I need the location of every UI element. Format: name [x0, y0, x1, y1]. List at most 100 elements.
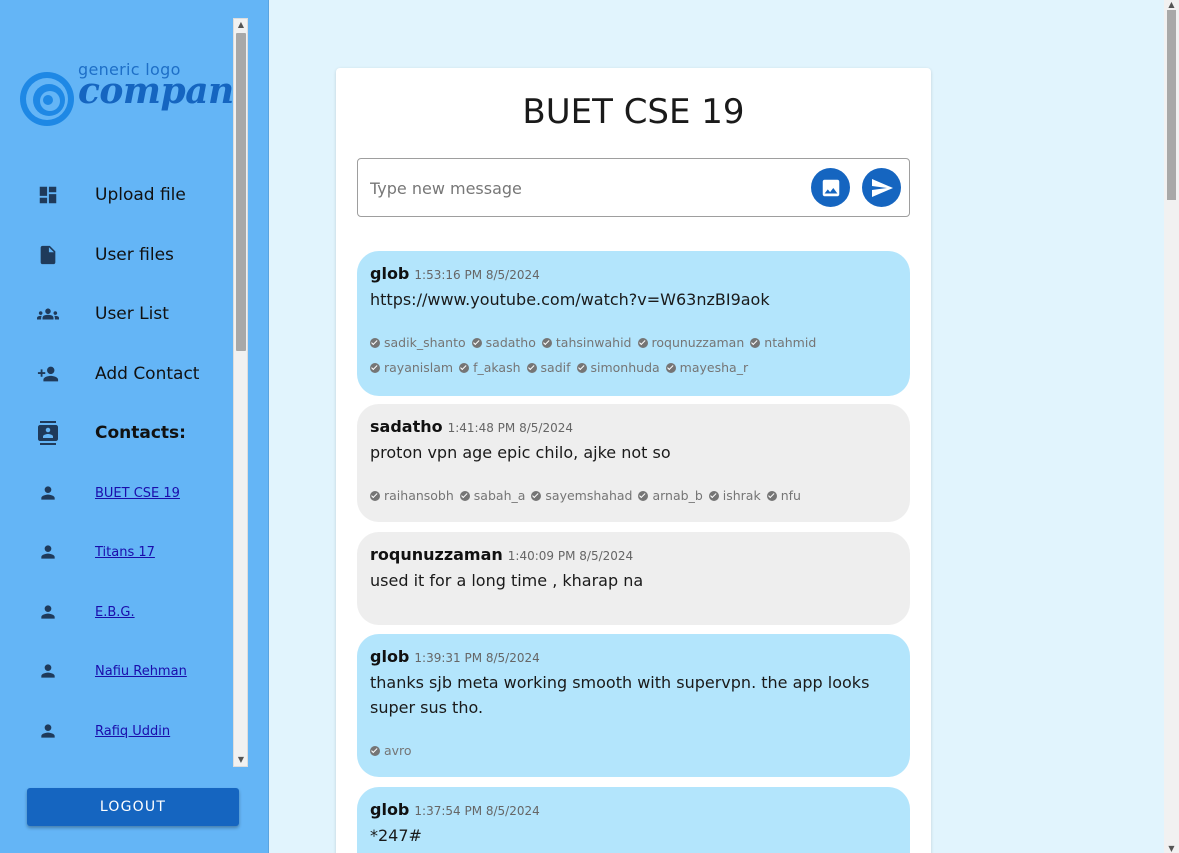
check-circle-icon [471, 337, 482, 348]
page-scrollbar[interactable]: ▲ ▼ [1164, 0, 1179, 853]
check-circle-icon [541, 337, 552, 348]
scroll-down-arrow-icon[interactable]: ▼ [236, 755, 246, 765]
logo-wordmark: company [78, 70, 233, 112]
chat-title: BUET CSE 19 [522, 92, 745, 132]
seen-by-user: sadatho [471, 330, 536, 355]
message-timestamp: 1:37:54 PM 8/5/2024 [414, 804, 540, 818]
message-text: used it for a long time , kharap na [370, 571, 644, 590]
seen-by-user: avro [370, 738, 412, 763]
check-circle-icon [750, 337, 761, 348]
message-text: https://www.youtube.com/watch?v=W63nzBI9… [370, 290, 770, 309]
message-text: thanks sjb meta working smooth with supe… [370, 673, 870, 717]
message-author: glob [370, 647, 410, 666]
check-circle-icon [370, 362, 380, 373]
check-circle-icon [370, 745, 380, 756]
message-input[interactable] [370, 175, 800, 201]
message-timestamp: 1:41:48 PM 8/5/2024 [447, 421, 573, 435]
contact-item[interactable]: Titans 17 [0, 527, 233, 577]
send-icon [871, 178, 893, 197]
seen-by-user: ishrak [708, 483, 761, 508]
seen-by-user: sadik_shanto [370, 330, 466, 355]
page-scroll-thumb[interactable] [1167, 10, 1176, 200]
contact-link[interactable]: Nafiu Rehman [95, 664, 187, 679]
check-circle-icon [459, 490, 470, 501]
message-author: glob [370, 264, 410, 283]
scroll-down-arrow-icon[interactable]: ▼ [1167, 844, 1176, 853]
nav-label: Add Contact [95, 364, 200, 384]
nav-user-list[interactable]: User List [0, 289, 233, 339]
check-circle-icon [638, 490, 649, 501]
nav-user-files[interactable]: User files [0, 230, 233, 280]
contact-link[interactable]: BUET CSE 19 [95, 486, 180, 501]
attach-image-button[interactable] [811, 168, 850, 207]
check-circle-icon [370, 337, 380, 348]
dashboard-icon [35, 182, 61, 208]
seen-by-user: f_akash [459, 355, 521, 380]
chat-message: roqunuzzaman 1:40:09 PM 8/5/2024 used it… [357, 532, 910, 625]
logout-button[interactable]: LOGOUT [27, 788, 239, 826]
nav-add-contact[interactable]: Add Contact [0, 349, 233, 399]
scroll-up-arrow-icon[interactable]: ▲ [236, 20, 246, 30]
sidebar-scroll-area: generic logo company Upload file User fi… [0, 18, 233, 767]
message-text: proton vpn age epic chilo, ajke not so [370, 443, 671, 462]
image-icon [822, 179, 839, 196]
chat-panel: BUET CSE 19 glob 1:53:16 PM 8/5/2024 htt… [336, 68, 931, 853]
nav-upload-file[interactable]: Upload file [0, 170, 233, 220]
contact-link[interactable]: E.B.G. [95, 605, 135, 620]
seen-by-user: roqunuzzaman [637, 330, 744, 355]
seen-by-list: raihansobh sabah_a sayemshahad arnab_b i… [370, 483, 897, 508]
message-timestamp: 1:40:09 PM 8/5/2024 [507, 549, 634, 563]
person-add-icon [35, 361, 61, 387]
seen-by-list: sadik_shanto sadatho tahsinwahid roqunuz… [370, 330, 897, 380]
contacts-heading: Contacts: [95, 423, 186, 443]
contact-item[interactable]: Rafiq Uddin [0, 706, 233, 756]
chat-message: sadatho 1:41:48 PM 8/5/2024 proton vpn a… [357, 404, 910, 522]
seen-by-user: arnab_b [638, 483, 703, 508]
message-composer [357, 158, 910, 217]
chat-message: glob 1:39:31 PM 8/5/2024 thanks sjb meta… [357, 634, 910, 777]
nav-label: User List [95, 304, 169, 324]
contact-link[interactable]: Titans 17 [95, 545, 155, 560]
chat-message: glob 1:37:54 PM 8/5/2024 *247# [357, 787, 910, 853]
person-icon [35, 599, 61, 625]
message-author: roqunuzzaman [370, 545, 503, 564]
check-circle-icon [665, 362, 676, 373]
seen-by-list: avro [370, 738, 897, 763]
scroll-up-arrow-icon[interactable]: ▲ [1167, 0, 1176, 9]
seen-by-user: sabah_a [459, 483, 525, 508]
contact-item[interactable]: BUET CSE 19 [0, 468, 233, 518]
person-icon [35, 718, 61, 744]
seen-by-user: raihansobh [370, 483, 454, 508]
person-icon [35, 658, 61, 684]
seen-by-user: mayesha_r [665, 355, 748, 380]
seen-by-user: sadif [526, 355, 571, 380]
contact-item[interactable]: Nafiu Rehman [0, 646, 233, 696]
contact-link[interactable]: Rafiq Uddin [95, 724, 170, 739]
check-circle-icon [531, 490, 542, 501]
message-author: glob [370, 800, 410, 819]
sidebar: generic logo company Upload file User fi… [0, 0, 269, 853]
check-circle-icon [459, 362, 470, 373]
company-logo: generic logo company [18, 52, 233, 132]
seen-by-user: ntahmid [750, 330, 816, 355]
check-circle-icon [766, 490, 777, 501]
sidebar-scrollbar[interactable]: ▲ ▼ [233, 18, 248, 767]
seen-by-user: sayemshahad [531, 483, 632, 508]
message-text: *247# [370, 826, 422, 845]
contacts-icon [35, 420, 61, 446]
nav-contacts-header: Contacts: [0, 408, 233, 458]
spiral-logo-icon [20, 72, 74, 126]
check-circle-icon [637, 337, 648, 348]
message-author: sadatho [370, 417, 443, 436]
seen-by-user: simonhuda [576, 355, 660, 380]
check-circle-icon [370, 490, 380, 501]
contact-item[interactable]: E.B.G. [0, 587, 233, 637]
check-circle-icon [708, 490, 719, 501]
check-circle-icon [526, 362, 537, 373]
seen-by-user: rayanislam [370, 355, 453, 380]
nav-label: Upload file [95, 185, 186, 205]
chat-message: glob 1:53:16 PM 8/5/2024 https://www.you… [357, 251, 910, 396]
send-button[interactable] [862, 168, 901, 207]
sidebar-scroll-thumb[interactable] [236, 33, 246, 351]
message-timestamp: 1:53:16 PM 8/5/2024 [414, 268, 540, 282]
